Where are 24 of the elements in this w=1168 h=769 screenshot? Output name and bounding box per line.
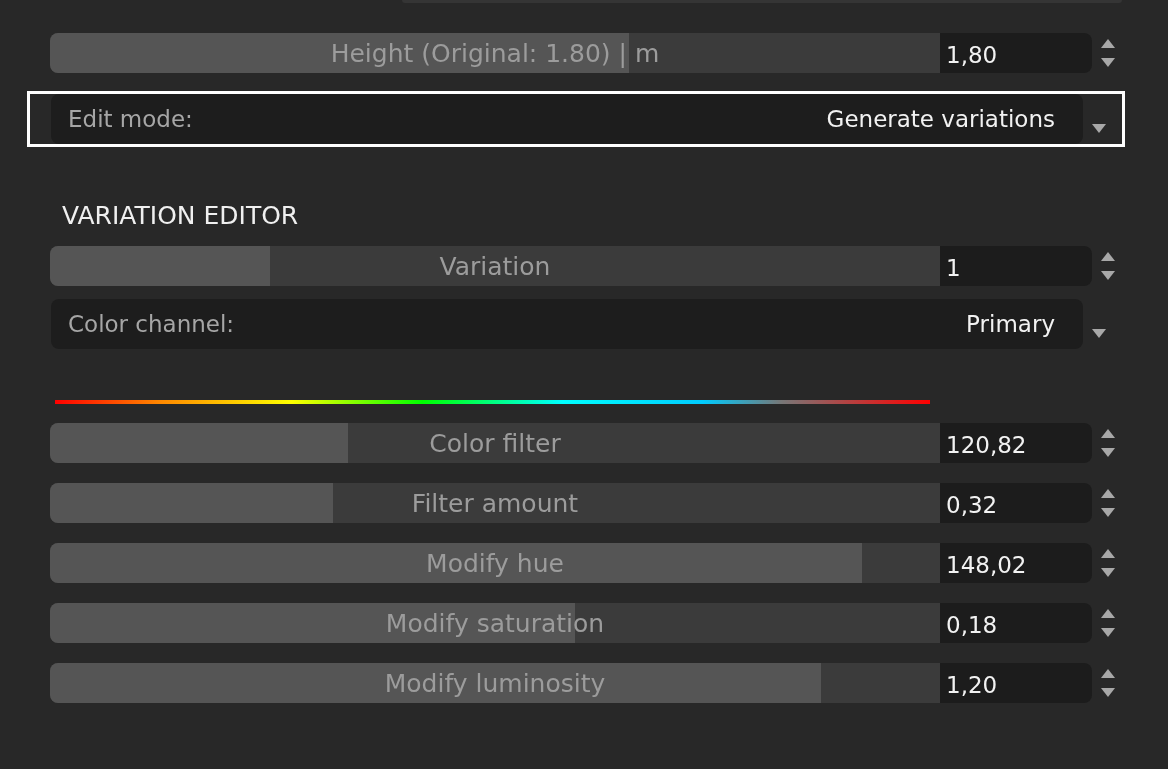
number-field[interactable]: 120,82 [940,423,1092,463]
slider-label: Modify hue [426,548,564,578]
number-field[interactable]: 0,18 [940,603,1092,643]
dropdown-label: Edit mode: [68,106,193,132]
number-field[interactable]: 1,20 [940,663,1092,703]
dropdown-label: Color channel: [68,311,235,337]
slider-label: Filter amount [411,488,579,518]
slider[interactable]: Variation [50,246,940,286]
section-heading: VARIATION EDITOR [62,201,299,230]
number-field[interactable]: 0,32 [940,483,1092,523]
slider-label: Color filter [429,428,561,458]
slider[interactable]: Filter amount [50,483,940,523]
slider-label: Height (Original: 1.80) | m [330,38,660,68]
dropdown[interactable]: Edit mode: Generate variations [51,94,1083,144]
dropdown-value: Generate variations [826,106,1055,132]
slider-label: Modify saturation [385,608,605,638]
slider-label: Variation [439,251,551,281]
slider[interactable]: Color filter [50,423,940,463]
number-field[interactable]: 148,02 [940,543,1092,583]
number-field[interactable]: 1,80 [940,33,1092,73]
dropdown[interactable]: Color channel: Primary [51,299,1083,349]
slider-label: Modify luminosity [384,668,606,698]
dropdown-value: Primary [966,311,1055,337]
number-field[interactable]: 1 [940,246,1092,286]
